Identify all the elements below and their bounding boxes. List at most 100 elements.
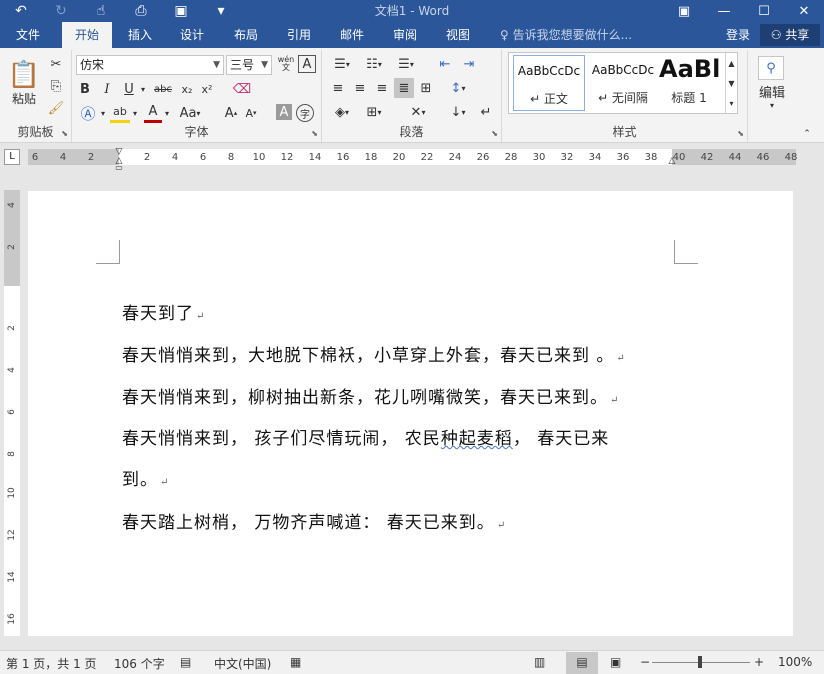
decrease-indent-icon[interactable]: ⇤: [434, 54, 456, 74]
tab-design[interactable]: 设计: [170, 22, 214, 48]
zoom-out-icon[interactable]: −: [640, 655, 650, 669]
multilevel-list-icon[interactable]: ☰ ▾: [392, 54, 420, 74]
borders-icon[interactable]: ⊞ ▾: [360, 102, 388, 122]
minimize-icon[interactable]: —: [704, 0, 744, 22]
align-center-icon[interactable]: ≡: [350, 78, 370, 98]
grammar-flag[interactable]: 种起麦稻: [441, 429, 513, 449]
format-painter-icon[interactable]: 🖌: [46, 98, 66, 118]
phonetic-guide-button[interactable]: wén 文: [276, 54, 296, 74]
paragraph[interactable]: 春天踏上树梢， 万物齐声喊道： 春天已来到。 ↵: [122, 508, 506, 533]
enclose-character-icon[interactable]: 字: [296, 104, 314, 122]
font-color-button[interactable]: A: [144, 103, 162, 123]
align-right-icon[interactable]: ≡: [372, 78, 392, 98]
chinese-layout-icon[interactable]: ✕ ▾: [404, 102, 432, 122]
editing-button[interactable]: 编辑 ▾: [750, 86, 794, 110]
word-count[interactable]: 106 个字: [114, 655, 165, 672]
underline-button[interactable]: U: [120, 80, 138, 98]
ruler-number: 2: [143, 152, 151, 163]
paragraph-text: 到。: [122, 470, 158, 490]
styles-launcher-icon[interactable]: ⬊: [737, 129, 744, 138]
document-page[interactable]: 春天到了 ↵ 春天悄悄来到，大地脱下棉袄，小草穿上外套，春天已来到 。 ↵ 春天悄悄…: [28, 191, 793, 636]
text-effects-icon[interactable]: Ⓐ: [78, 103, 98, 123]
web-layout-icon[interactable]: ▣: [610, 655, 621, 669]
style-heading-1[interactable]: AaBl 标题 1: [659, 55, 719, 111]
paragraph[interactable]: 春天悄悄来到， 孩子们尽情玩闹， 农民种起麦稻， 春天已来: [122, 424, 609, 449]
increase-indent-icon[interactable]: ⇥: [458, 54, 480, 74]
paragraph-launcher-icon[interactable]: ⬊: [491, 129, 498, 138]
macro-icon[interactable]: ▦: [290, 655, 301, 669]
superscript-button[interactable]: x²: [198, 80, 216, 98]
ruler-number: 32: [560, 152, 574, 163]
page-count[interactable]: 第 1 页，共 1 页: [6, 655, 97, 672]
show-hide-marks-icon[interactable]: ↵: [476, 102, 496, 122]
paragraph[interactable]: 春天悄悄来到，柳树抽出新条，花儿咧嘴微笑，春天已来到。 ↵: [122, 383, 619, 408]
align-left-icon[interactable]: ≡: [328, 78, 348, 98]
language[interactable]: 中文(中国): [214, 655, 271, 672]
paragraph[interactable]: 到。 ↵: [122, 465, 169, 490]
sort-icon[interactable]: ↓ ▾: [444, 102, 472, 122]
change-case-button[interactable]: Aa ▾: [178, 103, 202, 123]
styles-more-icon[interactable]: ▾: [725, 93, 737, 113]
tab-selector[interactable]: L: [4, 149, 20, 165]
left-indent-marker[interactable]: ▭: [113, 163, 125, 172]
chevron-down-icon[interactable]: ▾: [162, 103, 172, 123]
read-mode-icon[interactable]: ▥: [534, 655, 545, 669]
bold-button[interactable]: B: [76, 80, 94, 98]
numbering-icon[interactable]: ☷ ▾: [360, 54, 388, 74]
subscript-button[interactable]: x₂: [178, 80, 196, 98]
paste-button[interactable]: 📋 粘贴: [6, 54, 42, 112]
chevron-down-icon[interactable]: ▾: [130, 103, 140, 123]
font-launcher-icon[interactable]: ⬊: [311, 129, 318, 138]
close-icon[interactable]: ✕: [784, 0, 824, 22]
tell-me-box[interactable]: ♀ 告诉我您想要做什么...: [500, 22, 632, 48]
paragraph[interactable]: 春天悄悄来到，大地脱下棉袄，小草穿上外套，春天已来到 。 ↵: [122, 341, 626, 366]
zoom-level[interactable]: 100%: [778, 655, 812, 669]
tab-file[interactable]: 文件: [6, 22, 50, 48]
sign-in-link[interactable]: 登录: [726, 22, 750, 48]
horizontal-ruler[interactable]: L 6 4 2 2 4 6 8 10 12 14 16 18 20 22 24 26 28 30 32 34 36 38 4…: [0, 143, 824, 172]
distributed-icon[interactable]: ⊞: [416, 78, 436, 98]
ribbon-display-options-icon[interactable]: ▣: [664, 0, 704, 22]
tab-insert[interactable]: 插入: [118, 22, 162, 48]
bullets-icon[interactable]: ☰ ▾: [328, 54, 356, 74]
right-indent-marker[interactable]: △: [666, 156, 678, 166]
strikethrough-button[interactable]: abc: [152, 80, 174, 98]
share-button[interactable]: ⚇ 共享: [760, 24, 820, 46]
style-normal[interactable]: AaBbCcDc ↵ 正文: [513, 55, 585, 111]
copy-icon[interactable]: ⎘: [46, 76, 66, 96]
tab-mailings[interactable]: 邮件: [330, 22, 374, 48]
shrink-font-button[interactable]: A ▾: [242, 103, 260, 123]
zoom-slider-thumb[interactable]: [698, 656, 702, 668]
character-border-button[interactable]: A: [298, 55, 316, 73]
collapse-ribbon-icon[interactable]: ⌃: [800, 128, 814, 140]
justify-icon[interactable]: ≣: [394, 78, 414, 98]
clear-formatting-icon[interactable]: ⌫: [232, 80, 252, 98]
paragraph[interactable]: 春天到了 ↵: [122, 299, 205, 324]
tab-layout[interactable]: 布局: [224, 22, 268, 48]
italic-button[interactable]: I: [98, 80, 116, 98]
font-name-combo[interactable]: 仿宋 ▼: [76, 55, 224, 75]
style-no-spacing[interactable]: AaBbCcDc ↵ 无间隔: [587, 55, 659, 111]
font-size-combo[interactable]: 三号 ▼: [226, 55, 272, 75]
tab-home[interactable]: 开始: [62, 22, 112, 48]
print-layout-icon[interactable]: ▤: [566, 652, 598, 674]
tab-review[interactable]: 审阅: [383, 22, 427, 48]
tab-view[interactable]: 视图: [436, 22, 480, 48]
highlight-icon[interactable]: ab: [110, 103, 130, 123]
find-icon[interactable]: ⚲: [758, 56, 784, 80]
chevron-down-icon[interactable]: ▾: [98, 103, 108, 123]
grow-font-button[interactable]: A ▴: [222, 103, 240, 123]
line-spacing-icon[interactable]: ↕ ▾: [444, 78, 472, 98]
vertical-ruler[interactable]: 4 2 2 4 6 8 10 12 14 16: [4, 190, 20, 636]
styles-scroll-up-icon[interactable]: ▲: [725, 53, 737, 73]
shading-icon[interactable]: ◈ ▾: [328, 102, 356, 122]
maximize-icon[interactable]: ☐: [744, 0, 784, 22]
clipboard-launcher-icon[interactable]: ⬊: [61, 129, 68, 138]
tab-references[interactable]: 引用: [277, 22, 321, 48]
underline-dropdown-icon[interactable]: ▾: [138, 80, 148, 98]
cut-icon[interactable]: ✂: [46, 54, 66, 74]
zoom-in-icon[interactable]: +: [754, 655, 764, 669]
character-shading-button[interactable]: A: [276, 104, 292, 120]
styles-scroll-down-icon[interactable]: ▼: [725, 73, 737, 93]
proofing-icon[interactable]: ▤: [180, 655, 191, 669]
